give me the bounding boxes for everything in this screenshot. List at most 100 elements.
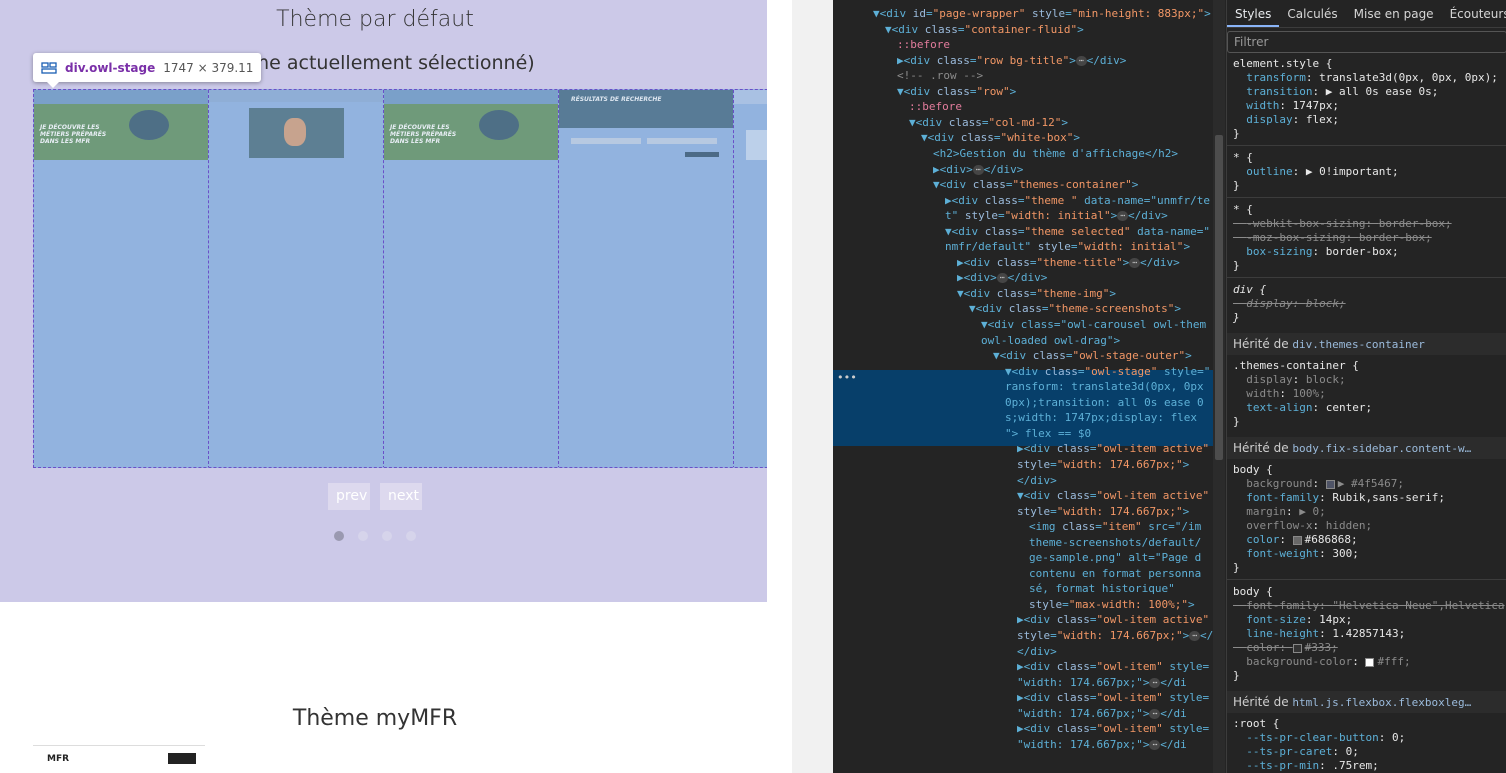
css-declaration[interactable]: width: 100%; (1233, 387, 1326, 401)
css-selector[interactable]: * { (1233, 203, 1253, 217)
tab-écouteurs[interactable]: Écouteurs (1442, 0, 1506, 27)
dom-node[interactable]: ▼<div class="row"> (897, 84, 1016, 100)
carousel-next-button[interactable]: next (380, 483, 422, 510)
carousel-slide[interactable] (209, 90, 384, 467)
dom-node[interactable]: nmfr/default" style="width: initial"> (945, 239, 1190, 255)
carousel-dot[interactable] (382, 531, 392, 541)
dom-node[interactable]: ▶<div class="owl-item active" (1017, 612, 1209, 628)
dom-node[interactable]: </div> (1017, 644, 1057, 660)
css-selector[interactable]: * { (1233, 151, 1253, 165)
css-selector[interactable]: } (1233, 311, 1240, 325)
css-selector[interactable]: .themes-container { (1233, 359, 1359, 373)
dom-node[interactable]: style="width: 174.667px;"> (1017, 457, 1189, 473)
dom-node[interactable]: ▼<div class="theme-screenshots"> (969, 301, 1181, 317)
carousel-slide[interactable]: RÉSULTATS DE RECHERCHE (559, 90, 734, 467)
css-declaration[interactable]: transition: ▶ all 0s ease 0s; (1233, 85, 1438, 99)
dom-node[interactable]: ▶<div class="owl-item" style= (1017, 721, 1209, 737)
css-selector[interactable]: :root { (1233, 717, 1279, 731)
dom-node-selected[interactable]: ransform: translate3d(0px, 0px (1005, 379, 1204, 395)
dom-node[interactable]: ▶<div class="owl-item active" (1017, 441, 1209, 457)
css-declaration[interactable]: outline: ▶ 0!important; (1233, 165, 1398, 179)
inherited-from-link[interactable]: div.themes-container (1292, 338, 1424, 351)
css-declaration[interactable]: --ts-pr-clear-button: 0; (1233, 731, 1405, 745)
dom-node[interactable]: ▶<div class="owl-item" style= (1017, 690, 1209, 706)
css-declaration[interactable]: overflow-x: hidden; (1233, 519, 1372, 533)
dom-node[interactable]: </div> (1017, 473, 1057, 489)
tab-styles[interactable]: Styles (1227, 0, 1280, 27)
css-selector[interactable]: } (1233, 179, 1240, 193)
elements-scrollbar-thumb[interactable] (1215, 135, 1223, 460)
dom-node[interactable]: ::before (909, 99, 962, 115)
dom-node-selected[interactable]: "> flex == $0 (1005, 426, 1091, 442)
css-selector[interactable]: } (1233, 127, 1240, 141)
css-declaration[interactable]: font-family: "Helvetica Neue",Helvetica (1233, 599, 1504, 613)
carousel-slide[interactable]: JE DÉCOUVRE LES MÉTIERS PRÉPARÉS DANS LE… (34, 90, 209, 467)
css-declaration[interactable]: --ts-pr-caret: 0; (1233, 745, 1359, 759)
css-declaration[interactable]: -webkit-box-sizing: border-box; (1233, 217, 1451, 231)
css-declaration[interactable]: --ts-pr-min: .75rem; (1233, 759, 1378, 773)
css-selector[interactable]: } (1233, 259, 1240, 273)
css-declaration[interactable]: font-size: 14px; (1233, 613, 1352, 627)
css-declaration[interactable]: transform: translate3d(0px, 0px, 0px); (1233, 71, 1498, 85)
css-declaration[interactable]: display: block; (1233, 373, 1345, 387)
css-selector[interactable]: body { (1233, 585, 1273, 599)
css-declaration[interactable]: color: #333; (1233, 641, 1338, 655)
css-declaration[interactable]: font-family: Rubik,sans-serif; (1233, 491, 1445, 505)
dom-node[interactable]: <h2>Gestion du thème d'affichage</h2> (933, 146, 1178, 162)
dom-node[interactable]: ge-sample.png" alt="Page d (1029, 550, 1201, 566)
dom-node-selected[interactable]: s;width: 1747px;display: flex (1005, 410, 1197, 426)
css-declaration[interactable]: -moz-box-sizing: border-box; (1233, 231, 1431, 245)
dom-node[interactable]: contenu en format personna (1029, 566, 1201, 582)
dom-node-selected[interactable]: ▼<div class="owl-stage" style=" (1005, 364, 1210, 380)
dom-node[interactable]: <img class="item" src="/im (1029, 519, 1201, 535)
dom-node[interactable]: ▶<div class="owl-item" style= (1017, 659, 1209, 675)
css-declaration[interactable]: color: #686868; (1233, 533, 1357, 547)
dom-node[interactable]: ▼<div class="theme-img"> (957, 286, 1116, 302)
css-declaration[interactable]: display: block; (1233, 297, 1345, 311)
inherited-from-link[interactable]: body.fix-sidebar.content-w… (1292, 442, 1471, 455)
dom-node[interactable]: style="max-width: 100%;"> (1029, 597, 1195, 613)
dom-node[interactable]: ▼<div class="owl-item active" (1017, 488, 1209, 504)
css-declaration[interactable]: margin: ▶ 0; (1233, 505, 1326, 519)
css-selector[interactable]: } (1233, 669, 1240, 683)
dom-node[interactable]: style="width: 174.667px;"> (1017, 504, 1189, 520)
css-declaration[interactable]: font-weight: 300; (1233, 547, 1359, 561)
elements-tree[interactable]: ••• ▼<div id="page-wrapper" style="min-h… (833, 0, 1213, 773)
css-selector[interactable]: element.style { (1233, 57, 1332, 71)
css-selector[interactable]: div { (1233, 283, 1266, 297)
css-declaration[interactable]: display: flex; (1233, 113, 1339, 127)
styles-filter-input[interactable]: Filtrer (1227, 31, 1506, 53)
css-declaration[interactable]: width: 1747px; (1233, 99, 1339, 113)
dom-node[interactable]: "width: 174.667px;"> ⋯ </di (1017, 675, 1187, 691)
tab-mise-en-page[interactable]: Mise en page (1346, 0, 1442, 27)
dom-node[interactable]: ▼<div class="col-md-12"> (909, 115, 1068, 131)
dom-node[interactable]: style="width: 174.667px;"> ⋯ </ (1017, 628, 1213, 644)
dom-node-selected[interactable]: 0px);transition: all 0s ease 0 (1005, 395, 1204, 411)
dom-node[interactable]: <!-- .row --> (897, 68, 983, 84)
node-actions-icon[interactable]: ••• (837, 371, 857, 384)
dom-node[interactable]: ▶<div class="theme-title"> ⋯ </div> (957, 255, 1180, 271)
dom-node[interactable]: ▼<div class="theme selected" data-name=" (945, 224, 1210, 240)
dom-node[interactable]: "width: 174.667px;"> ⋯ </di (1017, 706, 1187, 722)
css-declaration[interactable]: text-align: center; (1233, 401, 1372, 415)
dom-node[interactable]: t" style="width: initial"> ⋯ </div> (945, 208, 1168, 224)
dom-node[interactable]: ▼<div id="page-wrapper" style="min-heigh… (873, 6, 1211, 22)
tab-calculés[interactable]: Calculés (1279, 0, 1345, 27)
inherited-from-link[interactable]: html.js.flexbox.flexboxleg… (1292, 696, 1471, 709)
dom-node[interactable]: ▶<div> ⋯ </div> (957, 270, 1047, 286)
css-selector[interactable]: } (1233, 561, 1240, 575)
dom-node[interactable]: theme-screenshots/default/ (1029, 535, 1201, 551)
dom-node[interactable]: ▼<div class="white-box"> (921, 130, 1080, 146)
dom-node[interactable]: ▼<div class="owl-carousel owl-them (981, 317, 1206, 333)
carousel-slide[interactable]: JE DÉCOUVRE LES MÉTIERS PRÉPARÉS DANS LE… (384, 90, 559, 467)
dom-node[interactable]: ::before (897, 37, 950, 53)
css-declaration[interactable]: line-height: 1.42857143; (1233, 627, 1405, 641)
dom-node[interactable]: ▶<div class="theme " data-name="unmfr/te (945, 193, 1210, 209)
mymfr-theme-thumbnail[interactable]: MFR (33, 745, 205, 767)
carousel-dot[interactable] (406, 531, 416, 541)
css-selector[interactable]: body { (1233, 463, 1273, 477)
dom-node[interactable]: ▶<div> ⋯ </div> (933, 162, 1023, 178)
dom-node[interactable]: owl-loaded owl-drag"> (981, 333, 1120, 349)
dom-node[interactable]: ▼<div class="owl-stage-outer"> (993, 348, 1192, 364)
css-selector[interactable]: } (1233, 415, 1240, 429)
